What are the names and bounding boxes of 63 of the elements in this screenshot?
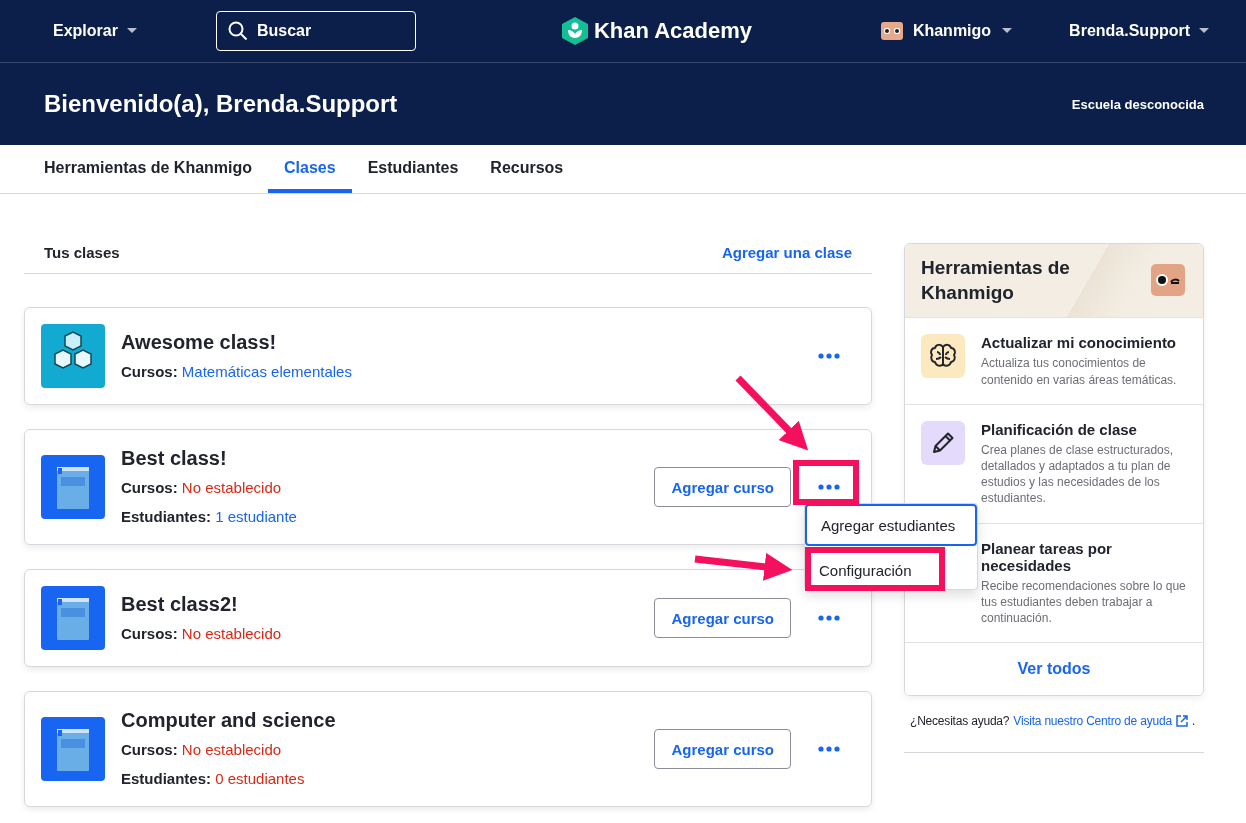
section-title: Tus clases [44,243,120,261]
courses-value[interactable]: Matemáticas elementales [181,362,352,380]
nav-tab[interactable]: Clases [268,145,352,193]
class-name[interactable]: Computer and science [121,708,639,732]
welcome-title: Bienvenido(a), Brenda.Support [44,90,398,118]
field-label: Cursos: [121,362,178,380]
more-icon [818,615,840,621]
caret-icon [1198,27,1210,35]
nav-tab[interactable]: Recursos [474,145,580,193]
tool-description: Actualiza tus conocimientos de contenido en varias áreas temáticas. [981,355,1178,388]
students-value[interactable]: 1 estudiante [215,508,297,525]
logo-text: Khan Academy [593,18,753,44]
caret-icon [1001,27,1014,35]
khanmigo-menu[interactable]: Khanmigo [880,22,1014,40]
tool-description: Crea planes de clase estructurados, detallados y adaptados a tu plan de estudios y las necesidades de los estudiantes. [981,441,1175,507]
help-period: . [1191,714,1196,729]
more-icon [818,353,840,359]
field-label: Cursos: [121,624,178,642]
book-icon [41,455,105,519]
tool-title: Planificación de clase [981,420,1138,438]
book-icon [41,586,105,650]
tool-description: Recibe recomendaciones sobre lo que tus estudiantes deben trabajar a continuación. [981,577,1187,627]
add-course-button[interactable]: Agregar curso [654,467,791,507]
add-course-button[interactable]: Agregar curso [654,729,791,769]
nav-tab[interactable]: Estudiantes [351,145,475,193]
menu-item[interactable]: Agregar estudiantes [805,504,977,546]
more-icon [818,746,840,752]
students-value: 0 estudiantes [215,770,305,787]
help-question: ¿Necesitas ayuda? [910,714,1010,729]
field-label: Estudiantes: [121,770,211,787]
caret-icon [125,27,138,35]
class-name[interactable]: Best class! [121,446,639,470]
search-icon [227,21,248,41]
khanmigo-icon [880,22,903,40]
courses-value: No establecido [181,741,282,758]
external-link-icon [1175,715,1188,728]
panel-title: Herramientas de Khanmigo [921,256,1071,305]
tool-title: Actualizar mi conocimiento [981,334,1178,352]
courses-value: No establecido [181,624,282,642]
tool-title: Planear tareas por necesidades [981,539,1113,574]
class-name[interactable]: Best class2! [121,591,639,616]
add-course-button[interactable]: Agregar curso [654,598,791,638]
search-field[interactable]: Buscar [215,11,416,51]
more-icon [818,484,840,490]
pencil-icon [931,430,955,455]
see-all-link[interactable]: Ver todos [905,643,1203,696]
class-name[interactable]: Awesome class! [121,329,791,354]
nav-tab[interactable]: Herramientas de Khanmigo [28,145,269,193]
courses-value: No establecido [181,479,282,496]
book-icon [41,717,105,781]
tool-item[interactable]: Actualizar mi conocimiento Actualiza tus conocimientos de contenido en varias áreas temáticas. [905,318,1203,405]
help-center-link[interactable]: Visita nuestro Centro de ayuda [1013,714,1172,729]
field-label: Estudiantes: [121,508,211,525]
field-label: Cursos: [121,479,178,496]
highlight-frame [793,460,859,505]
brain-icon [929,343,957,370]
user-menu[interactable]: Brenda.Support [1069,22,1210,40]
logo-icon [561,17,588,45]
field-label: Cursos: [121,741,178,758]
school-name: Escuela desconocida [1071,96,1204,112]
add-class-link[interactable]: Agregar una clase [721,243,852,261]
number-blocks-icon [41,324,105,388]
explore-menu[interactable]: Explorar [53,22,138,40]
